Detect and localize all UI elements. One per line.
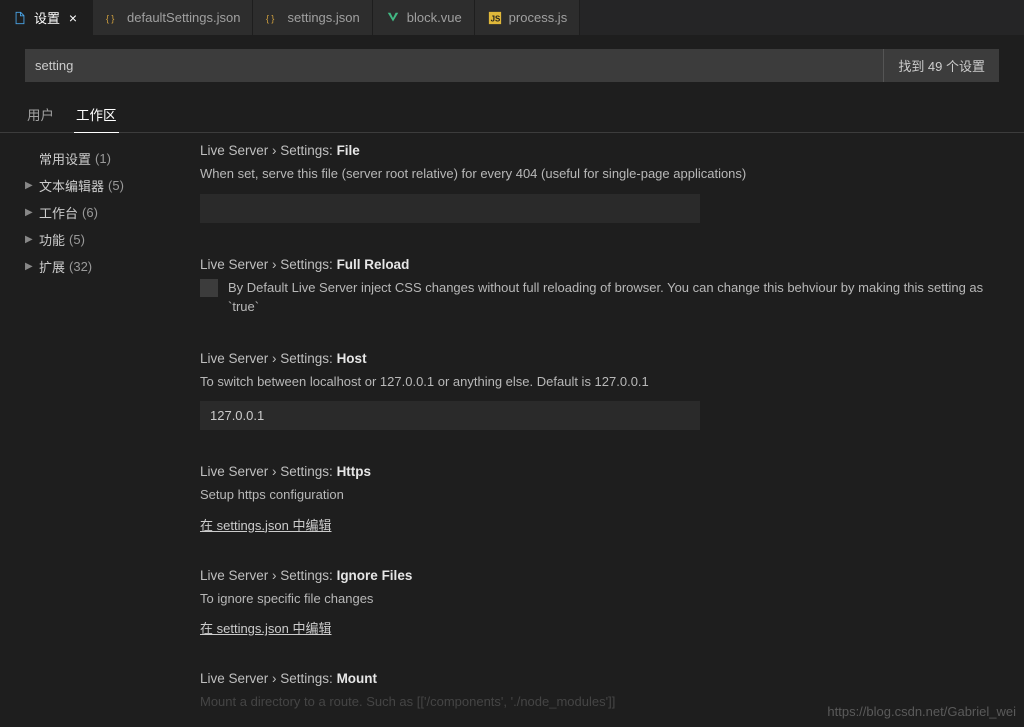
scope-tabs: 用户 工作区 <box>0 96 1024 133</box>
setting-desc: By Default Live Server inject CSS change… <box>228 278 994 317</box>
setting-input-file[interactable] <box>200 194 700 223</box>
tab-label: defaultSettings.json <box>127 10 240 25</box>
scope-tab-user[interactable]: 用户 <box>25 96 56 132</box>
chevron-right-icon: ▶ <box>25 234 35 245</box>
js-icon: JS <box>487 10 503 26</box>
editor-tabs: 设置 × { } defaultSettings.json { } settin… <box>0 0 1024 35</box>
setting-desc: To ignore specific file changes <box>200 589 994 609</box>
sidebar-item-count: (32) <box>69 259 92 274</box>
sidebar-item-count: (5) <box>108 178 124 193</box>
tab-label: process.js <box>509 10 568 25</box>
tab-process-js[interactable]: JS process.js <box>475 0 581 35</box>
tab-label: 设置 <box>34 8 60 27</box>
scope-tab-workspace[interactable]: 工作区 <box>74 96 119 133</box>
tab-settings-json[interactable]: { } settings.json <box>253 0 372 35</box>
svg-text:JS: JS <box>490 14 500 23</box>
setting-desc: Setup https configuration <box>200 485 994 505</box>
tab-default-settings-json[interactable]: { } defaultSettings.json <box>93 0 253 35</box>
vue-icon <box>385 10 401 26</box>
setting-full-reload: Live Server › Settings: Full Reload By D… <box>200 257 994 317</box>
checkbox-full-reload[interactable] <box>200 279 218 297</box>
setting-title: Live Server › Settings: Https <box>200 464 994 479</box>
watermark: https://blog.csdn.net/Gabriel_wei <box>827 704 1016 719</box>
setting-input-host[interactable] <box>200 401 700 430</box>
sidebar-item-label: 工作台 <box>39 203 78 222</box>
sidebar-item-count: (1) <box>95 151 111 166</box>
setting-title: Live Server › Settings: Full Reload <box>200 257 994 272</box>
setting-https: Live Server › Settings: Https Setup http… <box>200 464 994 534</box>
sidebar-item-common[interactable]: ▶ 常用设置 (1) <box>25 145 190 172</box>
setting-title: Live Server › Settings: Mount <box>200 671 994 686</box>
setting-desc: When set, serve this file (server root r… <box>200 164 994 184</box>
svg-text:{ }: { } <box>106 13 114 23</box>
setting-title: Live Server › Settings: Ignore Files <box>200 568 994 583</box>
sidebar-item-label: 文本编辑器 <box>39 176 104 195</box>
file-icon <box>12 10 28 26</box>
sidebar-item-extensions[interactable]: ▶ 扩展 (32) <box>25 253 190 280</box>
chevron-right-icon: ▶ <box>25 261 35 272</box>
tab-block-vue[interactable]: block.vue <box>373 0 475 35</box>
edit-in-settings-link[interactable]: 在 settings.json 中编辑 <box>200 621 332 636</box>
search-area: 找到 49 个设置 <box>0 35 1024 96</box>
setting-desc: To switch between localhost or 127.0.0.1… <box>200 372 994 392</box>
setting-title: Live Server › Settings: File <box>200 143 994 158</box>
sidebar-item-count: (5) <box>69 232 85 247</box>
setting-ignore-files: Live Server › Settings: Ignore Files To … <box>200 568 994 638</box>
sidebar-item-texteditor[interactable]: ▶ 文本编辑器 (5) <box>25 172 190 199</box>
sidebar: ▶ 常用设置 (1) ▶ 文本编辑器 (5) ▶ 工作台 (6) ▶ 功能 (5… <box>0 133 190 727</box>
svg-text:{ }: { } <box>266 13 274 23</box>
sidebar-item-label: 常用设置 <box>39 149 91 168</box>
tab-settings[interactable]: 设置 × <box>0 0 93 35</box>
json-icon: { } <box>265 10 281 26</box>
sidebar-item-features[interactable]: ▶ 功能 (5) <box>25 226 190 253</box>
chevron-right-icon: ▶ <box>25 180 35 191</box>
search-input[interactable] <box>25 51 871 80</box>
edit-in-settings-link[interactable]: 在 settings.json 中编辑 <box>200 518 332 533</box>
setting-host: Live Server › Settings: Host To switch b… <box>200 351 994 431</box>
setting-title: Live Server › Settings: Host <box>200 351 994 366</box>
tab-label: block.vue <box>407 10 462 25</box>
search-result-count: 找到 49 个设置 <box>883 49 999 82</box>
close-icon[interactable]: × <box>66 11 80 25</box>
settings-content[interactable]: Live Server › Settings: File When set, s… <box>190 133 1024 727</box>
setting-file: Live Server › Settings: File When set, s… <box>200 143 994 223</box>
sidebar-item-label: 功能 <box>39 230 65 249</box>
sidebar-item-label: 扩展 <box>39 257 65 276</box>
tab-label: settings.json <box>287 10 359 25</box>
json-icon: { } <box>105 10 121 26</box>
sidebar-item-workbench[interactable]: ▶ 工作台 (6) <box>25 199 190 226</box>
chevron-right-icon: ▶ <box>25 207 35 218</box>
sidebar-item-count: (6) <box>82 205 98 220</box>
